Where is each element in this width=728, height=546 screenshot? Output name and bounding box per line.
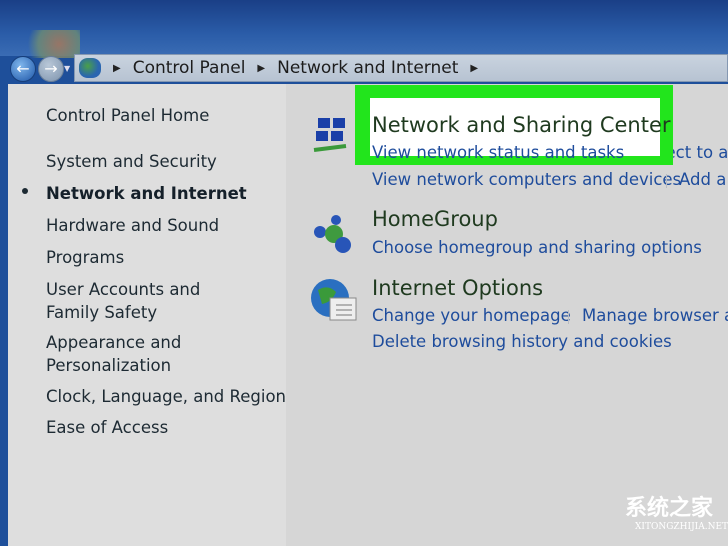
chevron-right-icon[interactable]: ▶ <box>257 63 265 74</box>
network-icon <box>313 118 347 152</box>
manage-browser-addons-link[interactable]: Manage browser ac <box>582 306 728 325</box>
watermark-text: 系统之家 <box>625 496 714 521</box>
chevron-right-icon[interactable]: ▶ <box>470 63 478 74</box>
sidebar-item-network-internet[interactable]: Network and Internet <box>46 182 247 205</box>
homegroup-link[interactable]: HomeGroup <box>372 207 498 231</box>
sidebar-item-programs[interactable]: Programs <box>46 246 124 269</box>
delete-browsing-history-link[interactable]: Delete browsing history and cookies <box>372 332 672 351</box>
network-sharing-center-link[interactable]: Network and Sharing Center <box>372 113 671 137</box>
watermark-sub: XITONGZHIJIA.NET <box>635 522 728 532</box>
add-device-link[interactable]: Add a <box>679 170 726 189</box>
homegroup-icon <box>314 215 351 253</box>
view-network-status-link[interactable]: View network status and tasks <box>372 143 624 162</box>
sidebar-item-clock-language[interactable]: Clock, Language, and Region <box>46 385 286 408</box>
separator <box>666 174 667 188</box>
internet-options-icon <box>311 279 357 321</box>
control-panel-icon <box>79 58 101 78</box>
watermark-logo: 系统之家 XITONGZHIJIA.NET <box>555 490 728 532</box>
active-bullet <box>22 188 28 194</box>
choose-homegroup-link[interactable]: Choose homegroup and sharing options <box>372 238 702 257</box>
address-bar[interactable]: ▶ Control Panel ▶ Network and Internet ▶ <box>74 54 728 82</box>
breadcrumb-control-panel[interactable]: Control Panel <box>133 58 246 78</box>
recent-pages-dropdown[interactable]: ▼ <box>64 64 70 73</box>
forward-button[interactable]: → <box>38 56 64 82</box>
sidebar-item-hardware-sound[interactable]: Hardware and Sound <box>46 214 219 237</box>
back-button[interactable]: ← <box>10 56 36 82</box>
internet-options-link[interactable]: Internet Options <box>372 276 543 300</box>
sidebar-item-user-accounts[interactable]: User Accounts and Family Safety <box>46 278 256 324</box>
separator <box>568 310 569 324</box>
window-decoration <box>20 30 80 58</box>
chevron-right-icon[interactable]: ▶ <box>113 63 121 74</box>
sidebar-home-link[interactable]: Control Panel Home <box>46 104 209 127</box>
view-network-computers-link[interactable]: View network computers and devices <box>372 170 681 189</box>
sidebar-item-ease-of-access[interactable]: Ease of Access <box>46 416 168 439</box>
breadcrumb-network-and-internet[interactable]: Network and Internet <box>277 58 458 78</box>
sidebar-item-appearance[interactable]: Appearance and Personalization <box>46 331 216 377</box>
change-homepage-link[interactable]: Change your homepage <box>372 306 571 325</box>
window-title-bar <box>0 0 728 56</box>
sidebar-item-system-security[interactable]: System and Security <box>46 150 217 173</box>
